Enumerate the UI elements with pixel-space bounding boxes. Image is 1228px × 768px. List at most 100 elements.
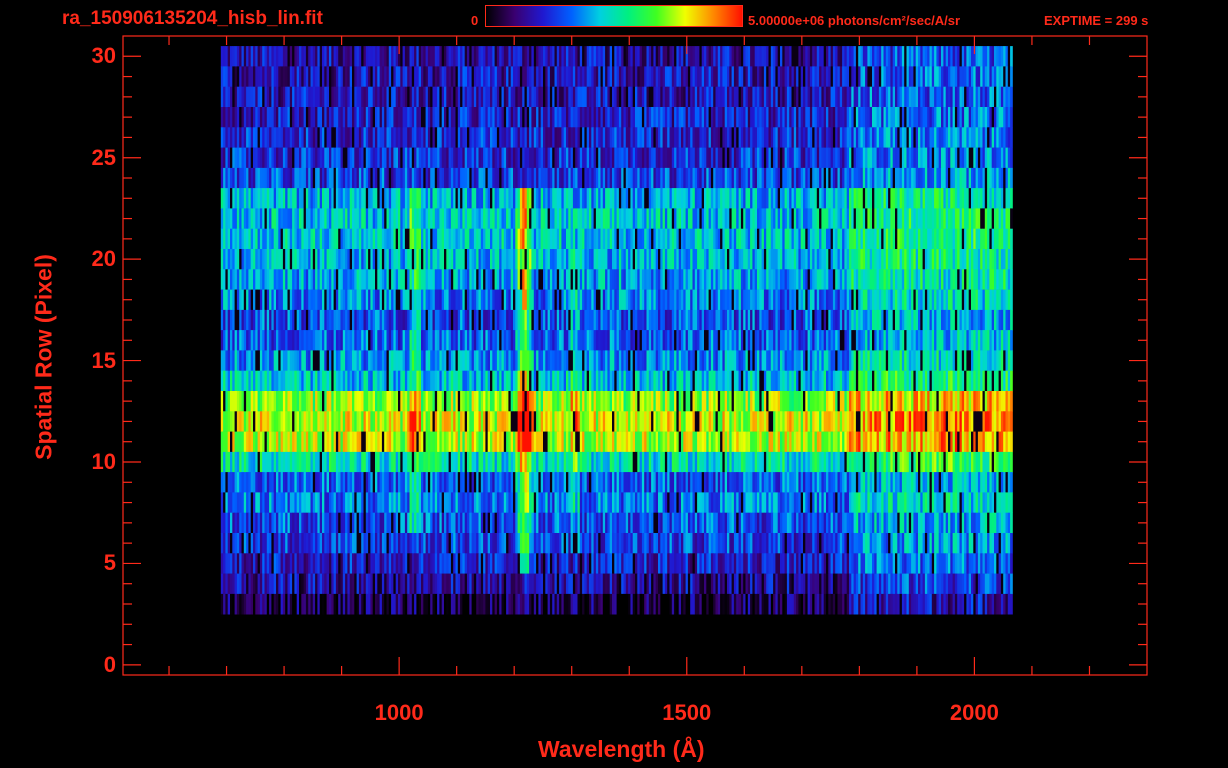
- heatmap-cell: [591, 86, 594, 108]
- heatmap-cell: [952, 208, 956, 229]
- heatmap-cell: [572, 330, 576, 351]
- heatmap-cell: [324, 127, 327, 148]
- heatmap-cell: [411, 269, 415, 290]
- heatmap-cell: [773, 147, 776, 169]
- heatmap-cell: [453, 107, 456, 128]
- heatmap-cell: [800, 228, 804, 250]
- heatmap-cell: [381, 208, 385, 229]
- heatmap-cell: [400, 269, 403, 290]
- heatmap-cell: [791, 86, 795, 108]
- heatmap-cell: [605, 289, 608, 311]
- heatmap-cell: [352, 269, 355, 290]
- heatmap-cell: [543, 208, 546, 229]
- heatmap-cell: [529, 208, 532, 229]
- heatmap-cell: [301, 289, 304, 311]
- heatmap-cell: [602, 269, 606, 290]
- heatmap-cell: [280, 249, 284, 270]
- heatmap-cell: [439, 167, 443, 189]
- heatmap-cell: [347, 46, 351, 67]
- heatmap-cell: [924, 46, 928, 67]
- heatmap-cell: [570, 249, 574, 270]
- heatmap-cell: [391, 289, 394, 311]
- heatmap-cell: [888, 127, 891, 148]
- heatmap-cell: [352, 228, 355, 250]
- heatmap-cell: [628, 208, 631, 229]
- heatmap-cell: [706, 147, 709, 169]
- heatmap-cell: [862, 208, 866, 229]
- heatmap-cell: [398, 127, 401, 148]
- heatmap-cell: [416, 330, 420, 351]
- heatmap-cell: [398, 309, 401, 331]
- heatmap-cell: [448, 208, 452, 229]
- heatmap-cell: [906, 86, 910, 108]
- heatmap-cell: [273, 147, 277, 169]
- heatmap-cell: [434, 66, 438, 87]
- heatmap-cell: [543, 309, 546, 331]
- heatmap-cell: [639, 167, 643, 189]
- heatmap-cell: [547, 86, 551, 108]
- heatmap-cell: [499, 147, 502, 169]
- heatmap-cell: [220, 107, 224, 128]
- heatmap-cell: [628, 228, 631, 250]
- heatmap-cell: [658, 66, 661, 87]
- heatmap-cell: [338, 208, 341, 229]
- heatmap-cell: [584, 66, 588, 87]
- heatmap-cell: [729, 66, 732, 87]
- heatmap-cell: [566, 249, 569, 270]
- heatmap-cell: [407, 208, 410, 229]
- heatmap-cell: [418, 86, 422, 108]
- heatmap-cell: [517, 330, 521, 351]
- heatmap-cell: [961, 66, 965, 87]
- heatmap-cell: [609, 309, 613, 331]
- heatmap-cell: [648, 107, 652, 128]
- heatmap-cell: [883, 188, 887, 209]
- heatmap-cell: [430, 127, 433, 148]
- heatmap-cell: [522, 269, 525, 290]
- heatmap-cell: [687, 107, 691, 128]
- heatmap-cell: [506, 309, 509, 331]
- heatmap-cell: [236, 107, 240, 128]
- heatmap-cell: [639, 269, 643, 290]
- heatmap-cell: [685, 289, 689, 311]
- heatmap-cell: [823, 228, 827, 250]
- heatmap-cell: [945, 188, 949, 209]
- heatmap-cell: [379, 66, 383, 87]
- heatmap-cell: [266, 269, 270, 290]
- heatmap-cell: [347, 208, 351, 229]
- heatmap-cell: [315, 330, 318, 351]
- heatmap-cell: [473, 188, 477, 209]
- heatmap-cell: [586, 188, 590, 209]
- heatmap-cell: [809, 66, 813, 87]
- heatmap-cell: [605, 127, 608, 148]
- heatmap-cell: [869, 127, 873, 148]
- heatmap-cell: [593, 208, 597, 229]
- heatmap-cell: [469, 188, 472, 209]
- heatmap-cell: [287, 188, 291, 209]
- heatmap-cell: [736, 188, 739, 209]
- heatmap-cell: [225, 147, 229, 169]
- heatmap-cell: [220, 167, 224, 189]
- heatmap-cell: [987, 188, 990, 209]
- heatmap-cell: [890, 269, 894, 290]
- heatmap-cell: [368, 330, 371, 351]
- heatmap-cell: [368, 269, 371, 290]
- heatmap-cell: [248, 127, 252, 148]
- heatmap-cell: [1000, 309, 1004, 331]
- heatmap-cell: [816, 309, 820, 331]
- heatmap-cell: [250, 269, 254, 290]
- heatmap-cell: [904, 147, 907, 169]
- heatmap-cell: [232, 289, 235, 311]
- heatmap-cell: [425, 46, 429, 67]
- heatmap-cell: [851, 147, 854, 169]
- heatmap-cell: [832, 86, 836, 108]
- heatmap-cell: [303, 86, 307, 108]
- heatmap-cell: [338, 86, 341, 108]
- heatmap-cell: [545, 66, 548, 87]
- heatmap-cell: [347, 228, 351, 250]
- heatmap-cell: [798, 46, 802, 67]
- heatmap-cell: [513, 208, 516, 229]
- heatmap-cell: [423, 249, 426, 270]
- heatmap-cell: [662, 269, 666, 290]
- heatmap-cell: [648, 167, 652, 189]
- heatmap-cell: [844, 66, 848, 87]
